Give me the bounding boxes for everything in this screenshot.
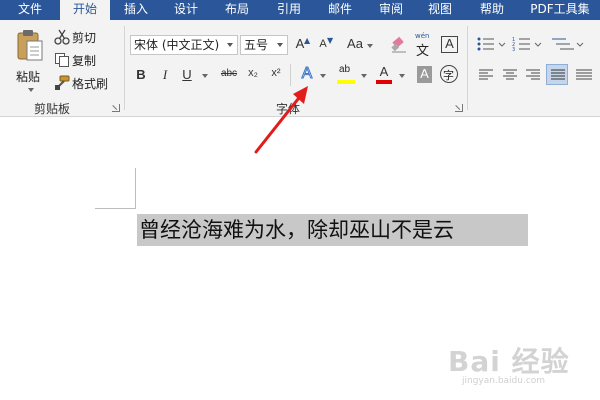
justify-button[interactable] — [546, 64, 568, 85]
chevron-down-icon — [367, 44, 373, 48]
align-center-icon[interactable] — [502, 68, 518, 82]
scissors-icon — [54, 29, 70, 45]
tab-file[interactable]: 文件 — [0, 0, 60, 20]
font-color-button[interactable]: A — [376, 64, 410, 86]
strikethrough-button[interactable]: abc — [218, 68, 240, 79]
paste-button[interactable]: 粘贴 — [10, 26, 50, 92]
clipboard-dialog-launcher[interactable] — [112, 104, 120, 112]
group-separator — [467, 26, 468, 110]
subscript-button[interactable]: x₂ — [244, 67, 262, 79]
cut-label: 剪切 — [72, 31, 97, 45]
bold-button[interactable]: B — [134, 67, 148, 82]
chevron-down-icon — [320, 74, 326, 78]
align-right-icon[interactable] — [525, 68, 541, 82]
highlight-color-swatch — [337, 80, 355, 84]
tab-references[interactable]: 引用 — [267, 0, 311, 20]
chevron-down-icon — [202, 74, 208, 78]
multilevel-list-icon[interactable] — [550, 36, 584, 52]
distributed-align-icon[interactable] — [575, 68, 593, 82]
shrink-font-button[interactable]: A ▼ — [318, 36, 336, 54]
cut-button[interactable]: 剪切 — [54, 28, 100, 46]
justify-icon — [551, 69, 565, 80]
copy-label: 复制 — [72, 54, 97, 68]
change-case-icon: Aa — [347, 36, 363, 51]
format-painter-button[interactable]: 格式刷 — [54, 74, 112, 92]
tab-help[interactable]: 帮助 — [470, 0, 514, 20]
tab-view[interactable]: 视图 — [418, 0, 462, 20]
character-shading-icon: A — [420, 66, 429, 81]
font-dialog-launcher[interactable] — [455, 104, 463, 112]
font-size-combo[interactable]: 五号 — [240, 35, 288, 55]
highlight-color-button[interactable]: ab — [337, 64, 371, 86]
underline-button[interactable]: U — [180, 66, 214, 86]
font-name-value: 宋体 (中文正文) — [134, 38, 220, 52]
arrow-down-icon: ▼ — [327, 36, 334, 45]
tab-design[interactable]: 设计 — [164, 0, 208, 20]
page-margin-mark-vertical — [135, 168, 136, 209]
ribbon-tab-bar: 文件 开始 插入 设计 布局 引用 邮件 审阅 视图 帮助 PDF工具集 — [0, 0, 600, 20]
bullets-icon[interactable] — [476, 36, 506, 52]
phonetic-guide-button[interactable]: wén 文 — [414, 32, 434, 59]
tab-home[interactable]: 开始 — [60, 0, 110, 20]
svg-text:3: 3 — [512, 47, 515, 52]
character-border-icon: A — [445, 36, 454, 51]
enclose-characters-icon: 字 — [443, 69, 454, 82]
selected-paragraph-text[interactable]: 曾经沧海难为水，除却巫山不是云 — [137, 214, 528, 246]
tab-insert[interactable]: 插入 — [114, 0, 158, 20]
tab-pdf-tools[interactable]: PDF工具集 — [524, 0, 596, 20]
watermark: Bai 经验 jingyan.baidu.com — [448, 340, 570, 386]
font-color-icon: A — [379, 64, 389, 79]
copy-icon — [55, 53, 69, 67]
arrow-up-icon: ▲ — [304, 36, 311, 45]
red-annotation-arrow — [254, 86, 308, 154]
watermark-url: jingyan.baidu.com — [462, 376, 546, 386]
enclose-characters-button[interactable]: 字 — [440, 65, 458, 83]
align-left-icon[interactable] — [478, 68, 494, 82]
font-name-combo[interactable]: 宋体 (中文正文) — [130, 35, 238, 55]
format-painter-icon — [55, 75, 70, 90]
tab-layout[interactable]: 布局 — [215, 0, 259, 20]
font-size-value: 五号 — [244, 38, 269, 52]
chevron-down-icon — [399, 74, 405, 78]
tab-mailings[interactable]: 邮件 — [318, 0, 362, 20]
highlight-pen-icon: ab — [339, 64, 351, 75]
chevron-down-icon[interactable] — [273, 36, 287, 54]
change-case-button[interactable]: Aa — [345, 36, 375, 54]
pinyin-label: wén — [415, 32, 430, 40]
grow-font-button[interactable]: A ▲ — [294, 36, 312, 54]
group-separator — [124, 26, 125, 110]
chevron-down-icon — [28, 88, 34, 92]
font-color-swatch — [376, 80, 392, 84]
watermark-logo: Bai 经验 — [448, 345, 570, 378]
italic-button[interactable]: I — [158, 67, 172, 83]
clipboard-paste-icon — [17, 30, 43, 61]
pinyin-char: 文 — [416, 44, 430, 59]
chevron-down-icon[interactable] — [223, 36, 237, 54]
chevron-down-icon — [361, 74, 367, 78]
paste-label: 粘贴 — [16, 70, 41, 84]
copy-button[interactable]: 复制 — [54, 51, 100, 69]
character-border-button[interactable]: A — [441, 36, 458, 53]
superscript-button[interactable]: x² — [267, 67, 285, 79]
format-painter-label: 格式刷 — [72, 77, 109, 91]
page-margin-mark-horizontal — [95, 208, 136, 209]
clipboard-group-label: 剪贴板 — [34, 102, 71, 116]
character-shading-button[interactable]: A — [417, 66, 432, 83]
tab-review[interactable]: 审阅 — [369, 0, 413, 20]
underline-icon: U — [182, 67, 192, 82]
numbering-icon[interactable]: 1 2 3 — [512, 36, 542, 52]
clear-formatting-icon[interactable] — [390, 36, 408, 54]
